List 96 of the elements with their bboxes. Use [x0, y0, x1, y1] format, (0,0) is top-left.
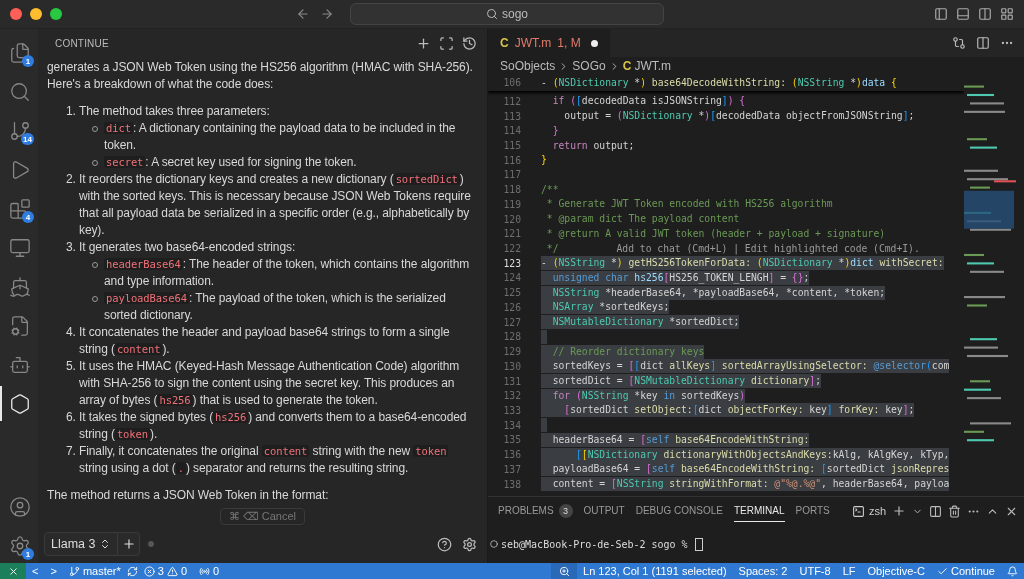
line-number: 126: [502, 301, 521, 313]
list-number: 6.: [66, 409, 77, 426]
panel-title: CONTINUE: [55, 37, 109, 49]
line-number: 137: [502, 463, 521, 475]
list-number: 5.: [66, 358, 77, 375]
list-number: 7.: [66, 443, 77, 460]
list-item-text: secret : A secret key used for signing the token.: [104, 154, 357, 171]
code-line: }: [541, 153, 547, 168]
extension-item[interactable]: Continue: [930, 565, 1001, 577]
model-select[interactable]: Llama 3: [44, 532, 119, 556]
line-number: 118: [502, 184, 521, 196]
line-number: 131: [502, 375, 521, 387]
chat-paragraph: The method returns a JSON Web Token in the format:: [47, 487, 330, 504]
line-number: 130: [502, 360, 521, 372]
line-number: 122: [502, 243, 521, 255]
activity-bar-item[interactable]: 1: [0, 35, 38, 70]
line-ending-item[interactable]: LF: [836, 565, 862, 577]
list-item-text: It takes the signed bytes ( hs256 ) and converts them to a base64-encoded string ( token ).: [79, 409, 468, 443]
line-number: 112: [502, 95, 521, 107]
line-number: 116: [502, 154, 521, 166]
code-line: * @param dict The payload content: [545, 212, 740, 227]
cursor-position[interactable]: Ln 123, Col 1 (1191 selected): [577, 565, 733, 577]
line-number: 133: [502, 404, 521, 416]
line-number: 138: [502, 478, 521, 490]
problems-item[interactable]: 3 0: [137, 565, 194, 577]
list-item-text: dict : A dictionary containing the payload data to be included in the token.: [104, 120, 457, 154]
line-number: 115: [502, 140, 521, 151]
code-line: }: [551, 123, 559, 138]
count-badge: 4: [22, 211, 34, 223]
forward-button[interactable]: >: [44, 565, 63, 577]
line-number: 125: [502, 287, 521, 299]
list-item-text: The method takes three parameters:: [79, 103, 271, 120]
activity-bar-item[interactable]: 14: [0, 113, 38, 148]
line-number: 127: [502, 316, 521, 328]
code-line: /**: [541, 182, 559, 197]
list-number: 3.: [66, 239, 77, 256]
panel-tab[interactable]: TERMINAL: [733, 500, 785, 522]
count-badge: 1: [22, 55, 34, 67]
code-line: */: [545, 241, 559, 256]
activity-bar-item[interactable]: 1: [0, 528, 38, 563]
line-number: 134: [502, 419, 521, 431]
panel-tab[interactable]: PORTS: [795, 500, 830, 522]
line-number: 120: [502, 213, 521, 225]
line-number: 129: [502, 346, 521, 358]
file-type-icon: C: [622, 59, 632, 73]
line-number: 113: [502, 110, 521, 122]
panel-tab[interactable]: OUTPUT: [583, 500, 625, 522]
list-item-text: It uses the HMAC (Keyed-Hash Message Authentication Code) algorithm with SHA-256 to sign the content using the secret key. This produces an array of bytes ( hs256 ) that is used to generate the token.: [79, 358, 461, 409]
code-line: output = (NSDictionary *)[decodedData objectFromJSONString];: [563, 109, 915, 124]
line-number: 114: [502, 125, 521, 137]
list-item-text: Finally, it concatenates the original content string with the new token string using a dot ( . ) separator and returns the resulting string.: [79, 443, 450, 477]
activity-bar-item[interactable]: 4: [0, 191, 38, 226]
indentation-item[interactable]: Spaces: 2: [732, 565, 794, 577]
search-field[interactable]: sogo: [350, 3, 664, 25]
line-number: 123: [502, 257, 521, 269]
count-badge: 3: [558, 503, 573, 518]
back-button[interactable]: <: [26, 565, 45, 577]
ports-item[interactable]: 0: [193, 565, 226, 577]
code-line: - (NSDictionary *) base64DecodeWithString: (NSString *)data {: [541, 75, 897, 90]
breadcrumb-item[interactable]: SoObjects: [500, 59, 556, 73]
language-item[interactable]: Objective-C: [861, 565, 931, 577]
code-line: if ([decodedData isJSONString]) {: [551, 94, 746, 109]
branch-item[interactable]: master*: [62, 565, 127, 577]
code-line: * Generate JWT Token encoded with HS256 algorithm: [545, 197, 833, 212]
breadcrumb-item[interactable]: SOGo: [572, 59, 606, 73]
terminal-prompt: seb@MacBook-Pro-de-Seb-2 sogo %: [501, 538, 688, 550]
list-item-text: It reorders the dictionary keys and creates a new dictionary ( sortedDict ) with the sorted keys. This is necessary because JSON Web Tokens require that all payload data be serialized in a specific order (e.g., alphabetically by key).: [79, 171, 472, 239]
list-item-text: It concatenates the header and payload base64 strings to form a single string ( content ).: [79, 324, 451, 358]
list-number: 2.: [66, 171, 77, 188]
line-number: 117: [502, 169, 521, 181]
breadcrumb-item[interactable]: JWT.m: [634, 59, 672, 73]
line-number: 121: [502, 228, 521, 240]
encoding-item[interactable]: UTF-8: [793, 565, 837, 577]
line-number: 119: [502, 198, 521, 210]
count-badge: 14: [21, 133, 34, 145]
list-number: 1.: [66, 103, 77, 120]
editor-tab[interactable]: C JWT.m 1, M: [488, 29, 610, 57]
line-number: 135: [502, 434, 521, 446]
terminal-profile[interactable]: zsh: [851, 504, 886, 518]
inline-hint: Add to chat (Cmd+L) | Edit highlighted code (Cmd+I).: [616, 243, 920, 255]
list-item-text: payloadBase64 : The payload of the token, which is the serialized sorted dictionary.: [104, 290, 447, 324]
line-number: 136: [502, 449, 521, 461]
list-item-text: headerBase64 : The header of the token, which contains the algorithm and type information.: [104, 256, 471, 290]
line-number: 128: [502, 331, 521, 343]
line-number: 106: [502, 77, 521, 88]
chat-paragraph: generates a JSON Web Token using the HS256 algorithm (HMAC with SHA-256). Here's a breakdown of what the code does:: [47, 59, 474, 93]
code-line: return output;: [551, 138, 635, 153]
panel-tab[interactable]: DEBUG CONSOLE: [635, 500, 723, 522]
line-number: 124: [502, 272, 521, 284]
line-number: 132: [502, 390, 521, 402]
panel-tab[interactable]: PROBLEMS 3: [498, 500, 573, 522]
list-number: 4.: [66, 324, 77, 341]
code-line: * @return A valid JWT token (header + payload + signature): [545, 226, 886, 241]
cancel-button[interactable]: ⌘ ⌫ Cancel: [220, 508, 305, 525]
list-item-text: It generates two base64-encoded strings:: [79, 239, 297, 256]
count-badge: 1: [22, 548, 34, 560]
